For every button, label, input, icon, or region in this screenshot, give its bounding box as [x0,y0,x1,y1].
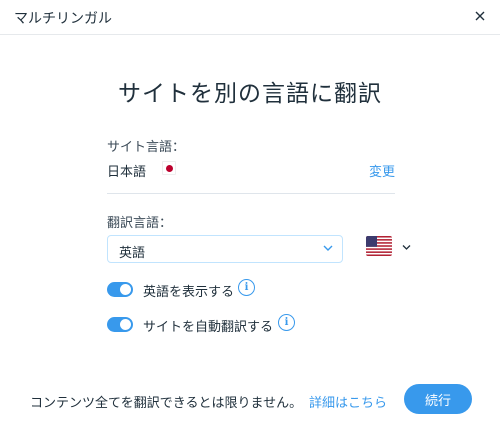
divider [107,193,395,194]
change-language-link[interactable]: 変更 [369,161,395,180]
site-language-value: 日本語 [107,165,147,180]
learn-more-link[interactable]: 詳細はこちら [309,392,387,411]
flag-picker-button[interactable] [366,236,416,260]
auto-translate-label: サイトを自動翻訳する [143,320,274,335]
translation-language-value: 英語 [119,246,146,261]
chevron-down-icon [323,245,333,251]
footer-note: コンテンツ全てを翻訳できるとは限りません。 [30,396,303,411]
translation-language-label: 翻訳言語： [107,216,173,231]
info-icon[interactable]: i [278,314,295,331]
auto-translate-toggle[interactable] [107,317,133,332]
show-language-toggle[interactable] [107,282,133,297]
translation-language-select[interactable]: 英語 [107,235,343,263]
chevron-down-icon [402,245,411,250]
us-flag-icon [366,236,392,256]
close-button[interactable] [470,6,490,26]
modal-header: マルチリンガル [0,0,500,35]
site-language-row: 日本語 変更 [107,159,395,180]
continue-button[interactable]: 続行 [404,384,472,414]
japan-flag-icon [162,161,176,175]
close-icon [475,11,485,21]
site-language-label: サイト言語： [107,140,186,155]
show-language-label: 英語を表示する [143,285,235,300]
info-icon[interactable]: i [238,279,255,296]
modal-title: マルチリンガル [14,11,112,27]
page-heading: サイトを別の言語に翻訳 [118,81,382,107]
